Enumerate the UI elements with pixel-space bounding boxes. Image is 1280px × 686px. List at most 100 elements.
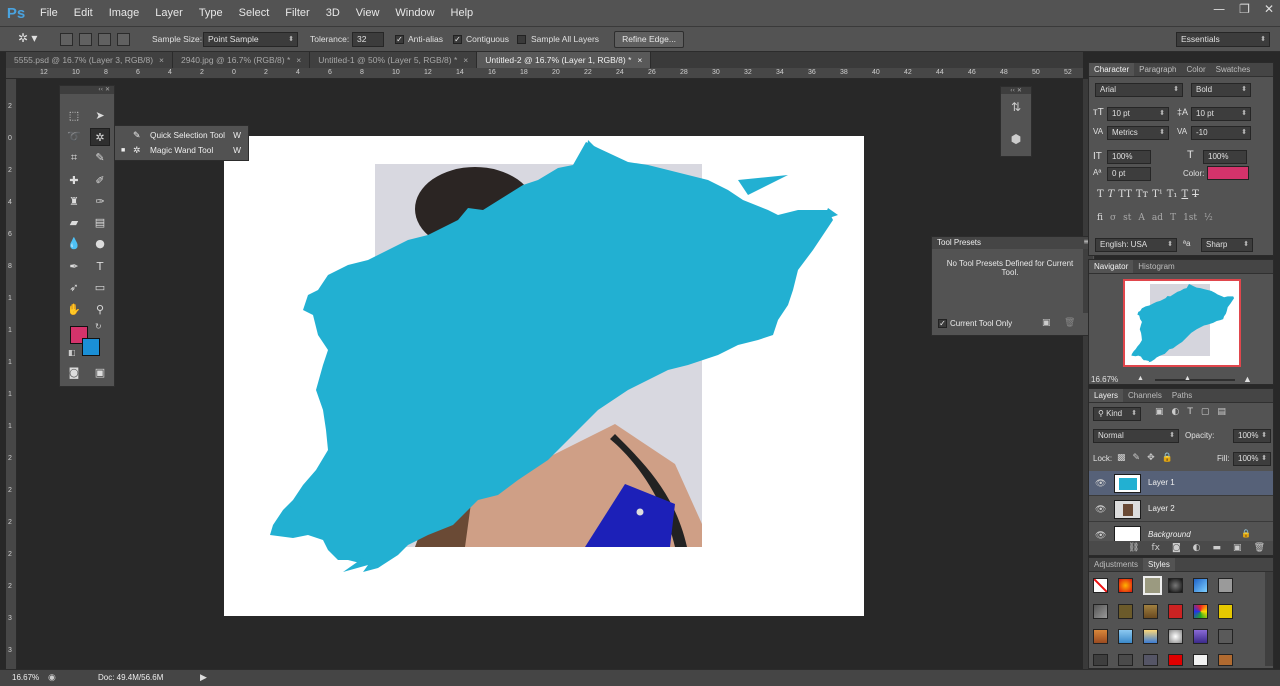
font-size-select[interactable]: 10 pt	[1107, 107, 1169, 121]
type-filter-icon[interactable]: T	[1187, 407, 1193, 417]
tab-character[interactable]: Character	[1089, 63, 1135, 76]
close-icon[interactable]: ×	[159, 55, 164, 65]
pen-tool-icon[interactable]: ✒	[64, 258, 84, 276]
language-select[interactable]: English: USA	[1095, 238, 1177, 252]
3d-panel-icon[interactable]: ⬢	[1006, 132, 1026, 152]
faux-bold-button[interactable]: T	[1097, 189, 1104, 200]
dock-header[interactable]: ‹‹ ✕	[1001, 87, 1031, 94]
lock-transparent-icon[interactable]: ▩	[1117, 453, 1126, 463]
styles-scrollbar[interactable]	[1265, 572, 1273, 666]
zoom-in-icon[interactable]: ▲	[1243, 374, 1252, 384]
antialias-checkbox[interactable]: ✓	[395, 35, 404, 44]
magic-wand-tool-icon[interactable]: ✲	[90, 128, 110, 146]
tab-channels[interactable]: Channels	[1123, 389, 1167, 402]
style-swatch-selected[interactable]	[1143, 576, 1162, 595]
style-swatch[interactable]	[1143, 604, 1158, 619]
menu-3d[interactable]: 3D	[318, 7, 348, 19]
tab-color[interactable]: Color	[1181, 63, 1210, 76]
lasso-tool-icon[interactable]: ➰	[64, 128, 84, 146]
kerning-select[interactable]: Metrics	[1107, 126, 1169, 140]
style-swatch[interactable]	[1118, 578, 1133, 593]
tab-styles[interactable]: Styles	[1143, 558, 1175, 571]
history-panel-icon[interactable]: ⇅	[1006, 100, 1026, 120]
tab-5555[interactable]: 5555.psd @ 16.7% (Layer 3, RGB/8) ×	[6, 52, 174, 68]
lock-pixels-icon[interactable]: ✎	[1133, 453, 1141, 463]
horizontal-scale-input[interactable]: 100%	[1203, 150, 1247, 164]
titling-button[interactable]: T	[1170, 213, 1176, 223]
style-swatch[interactable]	[1143, 629, 1158, 644]
all-caps-button[interactable]: TT	[1118, 189, 1132, 200]
layer-filter-select[interactable]: ⚲ Kind	[1093, 407, 1141, 421]
style-swatch[interactable]	[1093, 629, 1108, 644]
swash-button[interactable]: A	[1138, 213, 1145, 223]
adjustment-layer-icon[interactable]: ◐	[1193, 541, 1201, 555]
toolbox-header[interactable]: ‹‹ ✕	[60, 86, 114, 94]
menu-help[interactable]: Help	[443, 7, 482, 19]
menu-edit[interactable]: Edit	[66, 7, 101, 19]
crop-tool-icon[interactable]: ⌗	[64, 149, 84, 167]
path-selection-icon[interactable]: ➶	[64, 279, 84, 297]
strikethrough-button[interactable]: T	[1192, 189, 1199, 200]
contextual-button[interactable]: σ	[1110, 213, 1116, 223]
style-swatch[interactable]	[1218, 578, 1233, 593]
style-swatch[interactable]	[1093, 654, 1108, 666]
swap-colors-icon[interactable]: ↻	[95, 322, 102, 331]
screen-mode-icon[interactable]: ▣	[90, 364, 110, 382]
style-swatch[interactable]	[1118, 629, 1133, 644]
zoom-out-icon[interactable]: ▲	[1137, 375, 1144, 382]
style-swatch[interactable]	[1118, 604, 1133, 619]
faux-italic-button[interactable]: T	[1108, 189, 1115, 200]
status-zoom[interactable]: 16.67%	[12, 673, 39, 682]
zoom-slider-thumb-icon[interactable]: ▲	[1184, 375, 1191, 382]
new-layer-icon[interactable]: ▣	[1233, 541, 1242, 555]
visibility-eye-icon[interactable]: 👁	[1095, 504, 1106, 515]
menu-image[interactable]: Image	[101, 7, 148, 19]
style-swatch[interactable]	[1168, 578, 1183, 593]
style-swatch[interactable]	[1218, 629, 1233, 644]
magic-wand-tool-item[interactable]: ■ ✲ Magic Wand Tool W	[117, 143, 247, 158]
new-group-icon[interactable]: ▬	[1213, 541, 1222, 555]
zoom-tool-icon[interactable]: ⚲	[90, 301, 110, 319]
quick-selection-tool-item[interactable]: ✎ Quick Selection Tool W	[117, 128, 247, 143]
fx-icon[interactable]: fx	[1151, 541, 1160, 555]
eraser-tool-icon[interactable]: ▰	[64, 214, 84, 232]
visibility-eye-icon[interactable]: 👁	[1095, 478, 1106, 489]
background-color-swatch[interactable]	[82, 338, 100, 356]
vertical-scale-input[interactable]: 100%	[1107, 150, 1151, 164]
blur-tool-icon[interactable]: 💧	[64, 235, 84, 253]
move-tool-icon[interactable]: ➤	[90, 107, 110, 125]
tolerance-input[interactable]: 32	[352, 32, 384, 47]
style-swatch[interactable]	[1193, 654, 1208, 666]
underline-button[interactable]: T	[1181, 189, 1188, 200]
ordinals-button[interactable]: 1st	[1183, 213, 1197, 223]
lock-all-icon[interactable]: 🔒	[1162, 453, 1173, 463]
healing-brush-icon[interactable]: ✚	[64, 172, 84, 190]
blend-mode-select[interactable]: Normal	[1093, 429, 1179, 443]
style-swatch[interactable]	[1218, 604, 1233, 619]
style-swatch[interactable]	[1143, 654, 1158, 666]
type-tool-icon[interactable]: T	[90, 258, 110, 276]
hand-tool-icon[interactable]: ✋	[64, 301, 84, 319]
text-color-swatch[interactable]	[1207, 166, 1249, 180]
shape-filter-icon[interactable]: ▢	[1201, 407, 1210, 417]
style-swatch[interactable]	[1193, 629, 1208, 644]
antialias-select[interactable]: Sharp	[1201, 238, 1253, 252]
contiguous-checkbox[interactable]: ✓	[453, 35, 462, 44]
brush-tool-icon[interactable]: ✐	[90, 172, 110, 190]
gradient-tool-icon[interactable]: ▤	[90, 214, 110, 232]
menu-file[interactable]: File	[32, 7, 66, 19]
style-swatch[interactable]	[1168, 604, 1183, 619]
delete-preset-icon[interactable]: 🗑	[1064, 318, 1075, 328]
marquee-tool-icon[interactable]: ⬚	[64, 107, 84, 125]
layer-row-layer2[interactable]: 👁 Layer 2	[1089, 497, 1273, 522]
delete-layer-icon[interactable]: 🗑	[1254, 541, 1265, 555]
add-mask-icon[interactable]: ◙	[1172, 541, 1181, 555]
fill-input[interactable]: 100%	[1233, 452, 1271, 466]
clone-stamp-icon[interactable]: ♜	[64, 193, 84, 211]
minimize-button[interactable]: —	[1213, 2, 1225, 16]
menu-filter[interactable]: Filter	[277, 7, 317, 19]
status-menu-arrow-icon[interactable]: ▶	[200, 672, 207, 683]
tab-adjustments[interactable]: Adjustments	[1089, 558, 1143, 571]
close-button[interactable]: ✕	[1264, 2, 1274, 16]
style-swatch[interactable]	[1218, 654, 1233, 666]
